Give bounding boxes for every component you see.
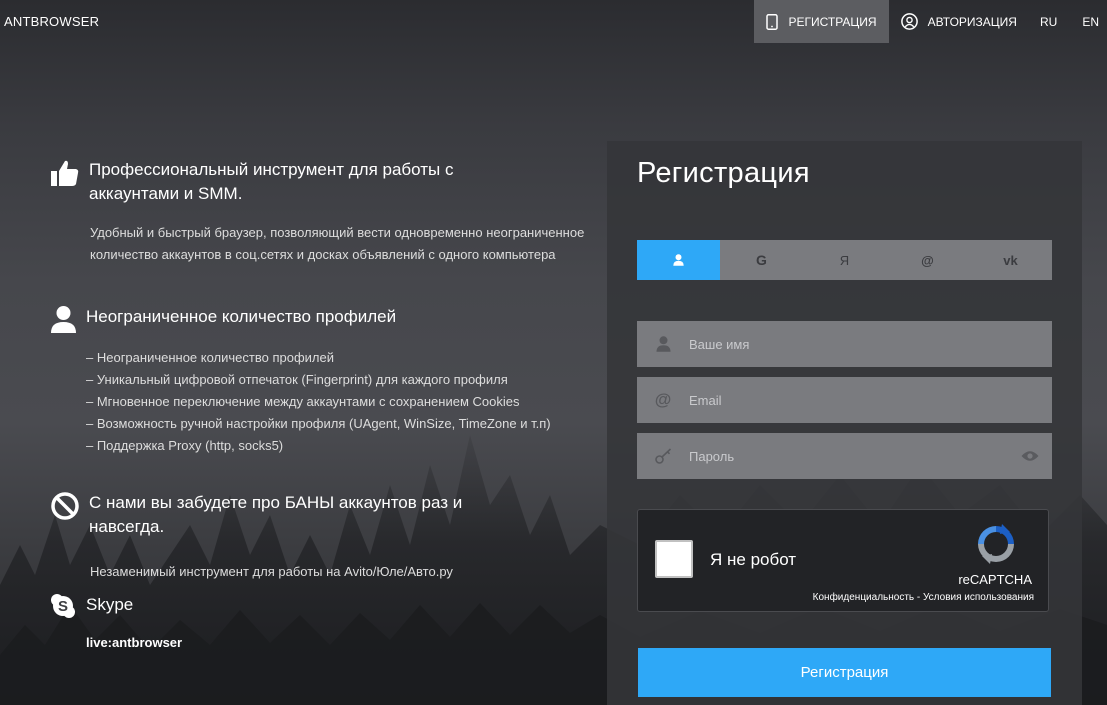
lang-ru-link[interactable]: RU	[1029, 0, 1068, 43]
links-separator: -	[914, 592, 923, 603]
list-item: – Неограниченное количество профилей	[86, 350, 334, 365]
skype-handle[interactable]: live:antbrowser	[86, 635, 182, 650]
eye-icon	[1021, 451, 1039, 461]
feature-skype: S Skype live:antbrowser	[50, 593, 182, 650]
nav-login[interactable]: АВТОРИЗАЦИЯ	[889, 0, 1029, 43]
nav-login-label: АВТОРИЗАЦИЯ	[927, 14, 1017, 29]
key-icon	[654, 448, 671, 464]
recaptcha-logo-icon	[978, 524, 1014, 564]
feature-professional-title: Профессиональный инструмент для работы с…	[89, 160, 454, 203]
recaptcha-widget: Я не робот reCAPTCHA Конфиденциальность …	[637, 509, 1049, 612]
tab-email-signup[interactable]	[637, 240, 720, 280]
feature-professional: Профессиональный инструмент для работы с…	[50, 158, 595, 266]
nav-register-label: РЕГИСТРАЦИЯ	[788, 14, 877, 29]
recaptcha-label: Я не робот	[710, 550, 797, 569]
list-item: – Возможность ручной настройки профиля (…	[86, 416, 551, 431]
feature-no-bans: С нами вы забудете про БАНЫ аккаунтов ра…	[50, 491, 529, 583]
recaptcha-brand: reCAPTCHA	[958, 572, 1032, 587]
at-icon: @	[654, 390, 672, 409]
top-header: ANTBROWSER РЕГИСТРАЦИЯ АВТОРИЗАЦИЯ RU EN	[0, 0, 1107, 43]
list-item: – Мгновенное переключение между аккаунта…	[86, 394, 520, 409]
thumbs-up-icon	[51, 160, 79, 186]
phone-icon	[766, 13, 779, 30]
list-item: – Уникальный цифровой отпечаток (Fingerp…	[86, 372, 508, 387]
lang-en-link[interactable]: EN	[1068, 0, 1107, 43]
registration-panel: Регистрация G Я @ vk @	[607, 141, 1082, 705]
feature-profiles: Неограниченное количество профилей – Нео…	[50, 305, 591, 457]
feature-profiles-list: – Неограниченное количество профилей – У…	[86, 347, 591, 457]
toggle-password-visibility[interactable]	[1008, 450, 1052, 462]
tab-mail[interactable]: @	[886, 240, 969, 280]
user-icon	[51, 306, 76, 333]
email-input[interactable]	[689, 377, 1052, 423]
auth-method-tabs: G Я @ vk	[637, 240, 1052, 280]
password-input[interactable]	[689, 433, 1008, 479]
feature-profiles-title: Неограниченное количество профилей	[86, 307, 397, 326]
user-icon	[656, 336, 670, 352]
panel-title: Регистрация	[637, 157, 810, 189]
skype-icon: S	[51, 594, 75, 618]
nav-register[interactable]: РЕГИСТРАЦИЯ	[754, 0, 889, 43]
password-field	[637, 433, 1052, 479]
name-input[interactable]	[689, 321, 1052, 367]
feature-no-bans-desc: Незаменимый инструмент для работы на Avi…	[90, 564, 453, 579]
terms-link[interactable]: Условия использования	[923, 592, 1034, 603]
svg-text:S: S	[58, 598, 68, 615]
brand-logo[interactable]: ANTBROWSER	[4, 14, 99, 29]
feature-skype-title: Skype	[86, 595, 134, 614]
register-submit-button[interactable]: Регистрация	[638, 648, 1051, 697]
email-field: @	[637, 377, 1052, 423]
recaptcha-links: Конфиденциальность - Условия использован…	[813, 592, 1034, 603]
user-circle-icon	[900, 13, 918, 30]
recaptcha-checkbox[interactable]	[655, 540, 693, 578]
tab-vk[interactable]: vk	[969, 240, 1052, 280]
feature-professional-desc: Удобный и быстрый браузер, позволяющий в…	[90, 225, 585, 262]
name-field	[637, 321, 1052, 367]
feature-no-bans-title: С нами вы забудете про БАНЫ аккаунтов ра…	[89, 493, 463, 536]
user-icon	[673, 254, 684, 266]
tab-yandex[interactable]: Я	[803, 240, 886, 280]
top-nav: РЕГИСТРАЦИЯ АВТОРИЗАЦИЯ RU EN	[754, 0, 1107, 43]
privacy-link[interactable]: Конфиденциальность	[813, 592, 914, 603]
tab-google[interactable]: G	[720, 240, 803, 280]
list-item: – Поддержка Proxy (http, socks5)	[86, 438, 284, 453]
ban-icon	[51, 492, 79, 520]
